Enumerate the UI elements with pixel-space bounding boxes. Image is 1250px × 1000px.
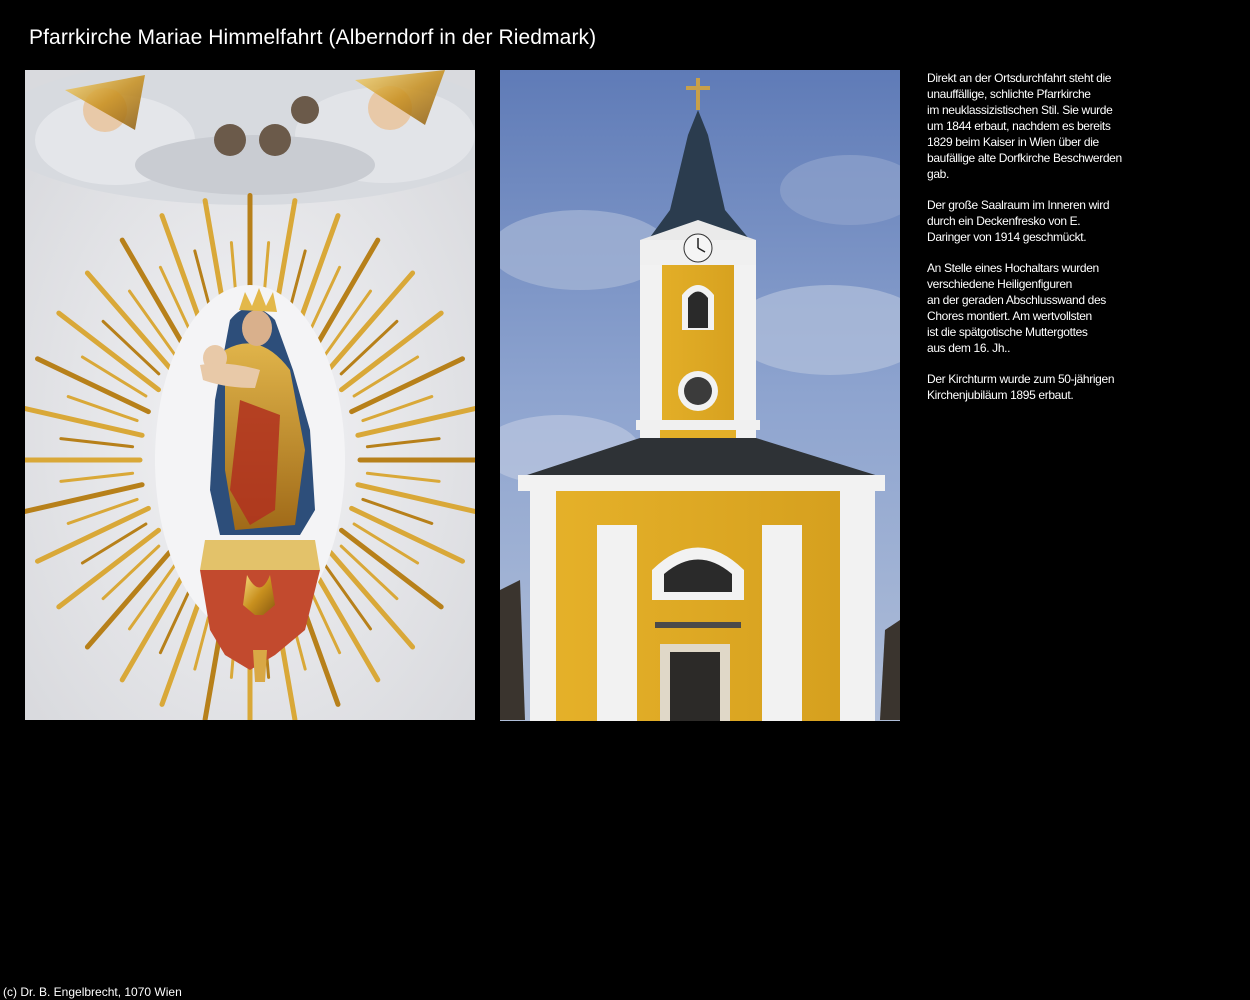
- description-paragraph: An Stelle eines Hochaltars wurden versch…: [927, 261, 1106, 355]
- church-tower-image: [500, 70, 900, 721]
- page-title: Pfarrkirche Mariae Himmelfahrt (Alberndo…: [29, 26, 597, 49]
- description: Direkt an der Ortsdurchfahrt steht die u…: [927, 70, 1157, 418]
- description-paragraph: Der Kirchturm wurde zum 50-jährigen Kirc…: [927, 372, 1115, 402]
- description-paragraph: Direkt an der Ortsdurchfahrt steht die u…: [927, 71, 1122, 181]
- madonna-altar-photo: [25, 70, 475, 720]
- madonna-altar-image: [25, 70, 475, 720]
- church-tower-photo: [500, 70, 900, 721]
- copyright-footer: (c) Dr. B. Engelbrecht, 1070 Wien: [3, 985, 182, 999]
- description-paragraph: Der große Saalraum im Inneren wird durch…: [927, 198, 1110, 244]
